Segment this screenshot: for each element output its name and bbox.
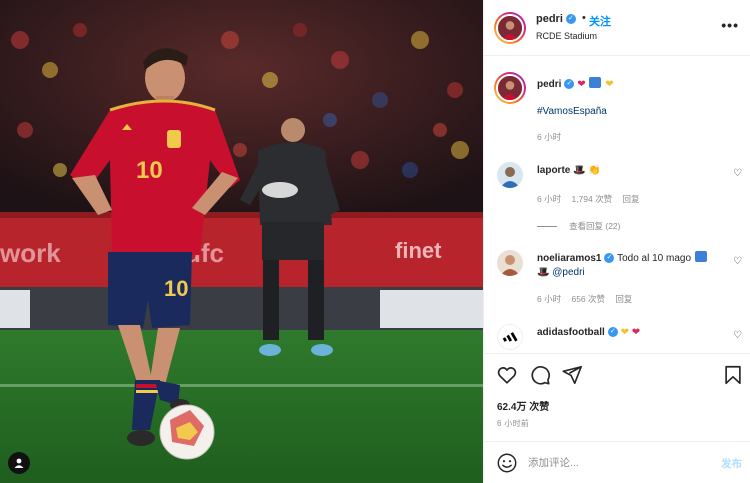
paper-plane-icon[interactable] [561,364,583,386]
verified-badge-icon: ✓ [607,327,618,338]
caption-text: pedri ✓ ❤ ❤ [537,77,721,92]
commenter-username[interactable]: laporte [537,165,570,176]
red-heart-emoji: ❤ [577,79,586,90]
comments-list[interactable]: pedri ✓ ❤ ❤ #VamosEspaña 6 小时 laporte 🎩 👏 [484,57,750,353]
post-actions: 62.4万 次赞 6 小时前 [484,353,750,441]
svg-text:work: work [0,238,61,268]
comment-like-heart-icon[interactable]: ♡ [733,168,742,179]
tagged-user-icon[interactable] [8,452,30,474]
comment-text: adidasfootball ✓ ❤ ❤ [537,326,721,340]
add-comment-bar: 发布 [484,441,750,483]
top-hat-emoji: 🎩 [573,165,586,176]
replies-divider-line [537,226,557,228]
red-heart-emoji: ❤ [631,327,641,338]
post-photo[interactable]: work dfc finet 10 10 [0,0,483,483]
svg-text:10: 10 [136,157,163,184]
heart-icon[interactable] [496,364,518,386]
person-icon [14,458,24,468]
separator-dot: • [582,12,586,24]
verified-badge-icon: ✓ [565,14,576,25]
view-replies-button[interactable]: 查看回复 (22) [537,220,620,232]
caption-time: 6 小时 [537,132,562,142]
reply-button[interactable]: 回复 [615,294,632,304]
post-time[interactable]: 6 小时前 [497,418,529,429]
smiley-icon[interactable] [496,452,518,474]
author-avatar[interactable] [494,12,526,44]
number-ten-emoji [694,251,707,262]
football-player-photo: work dfc finet 10 10 [0,0,483,483]
adidas-logo-icon [502,332,518,342]
comment-mention[interactable]: @pedri [552,267,584,278]
post-comment-button[interactable]: 发布 [721,456,742,471]
comment-input[interactable] [528,454,698,472]
bookmark-icon[interactable] [722,364,744,386]
comment-text: noeliaramos1 ✓ Todo al 10 mago 🎩 @pedri [537,251,721,280]
comment-like-heart-icon[interactable]: ♡ [733,330,742,341]
more-options-icon[interactable]: ••• [721,17,739,33]
yellow-heart-emoji: ❤ [605,79,614,90]
comment-like-heart-icon[interactable]: ♡ [733,256,742,267]
comment-time: 6 小时 [537,294,562,304]
likes-count[interactable]: 62.4万 次赞 [497,398,549,413]
clapping-hands-emoji: 👏 [588,165,601,176]
top-hat-emoji: 🎩 [537,267,550,278]
caption-avatar-image [498,76,522,100]
commenter-avatar[interactable] [497,250,523,276]
caption-username[interactable]: pedri [537,79,561,90]
author-username[interactable]: pedri ✓ [536,13,576,25]
comment-meta: 6 小时 656 次赞 回复 [537,293,640,305]
yellow-heart-emoji: ❤ [620,327,629,338]
commenter-username[interactable]: adidasfootball [537,327,605,338]
comment-likes[interactable]: 656 次赞 [571,294,605,304]
number-ten-emoji [589,77,602,88]
verified-badge-icon: ✓ [604,253,615,264]
commenter-avatar-image [497,250,523,276]
svg-text:finet: finet [395,238,442,263]
verified-badge-icon: ✓ [564,79,575,90]
comment-body: Todo al 10 mago [617,253,692,264]
comment-likes[interactable]: 1,794 次赞 [571,194,612,204]
reply-button[interactable]: 回复 [622,194,639,204]
view-replies-text[interactable]: 查看回复 (22) [569,221,620,231]
caption-hashtag[interactable]: #VamosEspaña [537,105,721,119]
author-avatar-image [498,16,522,40]
comment-meta: 6 小时 1,794 次赞 回复 [537,193,648,205]
comment-icon[interactable] [529,364,551,386]
svg-text:10: 10 [164,276,188,301]
comment-text: laporte 🎩 👏 [537,164,721,178]
caption-avatar[interactable] [494,72,526,104]
post-location[interactable]: RCDE Stadium [536,31,597,41]
comment-time: 6 小时 [537,194,562,204]
commenter-username[interactable]: noeliaramos1 [537,253,601,264]
commenter-avatar[interactable] [497,324,523,350]
author-username-text[interactable]: pedri [536,13,563,25]
commenter-avatar[interactable] [497,162,523,188]
post-header: pedri ✓ • 关注 RCDE Stadium ••• [484,0,750,56]
follow-button[interactable]: 关注 [589,13,611,29]
post-details-panel: pedri✓ • 关注 RCDE Stadium ••• pedri✓ ❤ [483,0,750,483]
commenter-avatar-image [497,162,523,188]
